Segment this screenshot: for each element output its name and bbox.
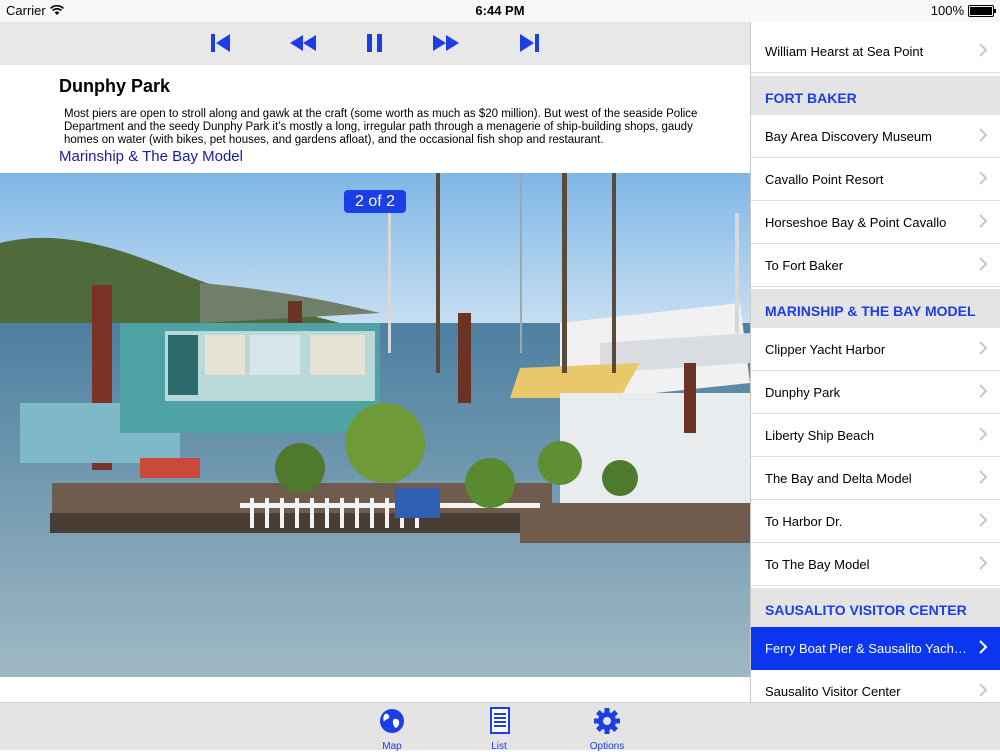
tab-label: Options	[589, 741, 625, 752]
chevron-right-icon	[979, 556, 988, 570]
section-title: SAUSALITO VISITOR CENTER	[765, 602, 967, 618]
detail-pane: Dunphy Park Most piers are open to strol…	[0, 22, 750, 702]
section-title: FORT BAKER	[765, 90, 857, 106]
list-item-label: Sausalito Visitor Center	[765, 684, 901, 699]
list-item[interactable]: Bay Area Discovery Museum	[751, 115, 1000, 158]
list-item[interactable]: Sausalito Visitor Center	[751, 670, 1000, 702]
tab-label: Map	[382, 741, 402, 752]
chevron-right-icon	[979, 341, 988, 355]
list-item-label: The Bay and Delta Model	[765, 471, 912, 486]
tab-list[interactable]: List	[469, 707, 529, 752]
list-item-label: Ferry Boat Pier & Sausalito Yach…	[765, 641, 967, 656]
list-item-label: Cavallo Point Resort	[765, 172, 884, 187]
skip-back-button[interactable]	[208, 31, 234, 55]
chevron-right-icon	[979, 214, 988, 228]
gear-icon	[594, 708, 620, 734]
list-item[interactable]: The Bay and Delta Model	[751, 457, 1000, 500]
media-toolbar	[0, 22, 750, 65]
tab-map[interactable]: Map	[362, 707, 422, 752]
list-item[interactable]: Horseshoe Bay & Point Cavallo	[751, 201, 1000, 244]
list-item[interactable]: To Fort Baker	[751, 244, 1000, 287]
list-item[interactable]: To The Bay Model	[751, 543, 1000, 586]
battery-status: 100%	[930, 3, 996, 18]
photo-pager: 2 of 2	[344, 190, 406, 213]
chevron-right-icon	[979, 683, 988, 697]
location-list: William Hearst at Sea Point FORT BAKER B…	[750, 22, 1000, 702]
list-item-label: Bay Area Discovery Museum	[765, 129, 932, 144]
section-title: MARINSHIP & THE BAY MODEL	[765, 303, 976, 319]
tab-bar: Map List Options	[0, 702, 1000, 752]
list-item-label: To Fort Baker	[765, 258, 844, 273]
list-item-label: To The Bay Model	[765, 557, 870, 572]
document-icon	[490, 707, 510, 734]
tab-label: List	[491, 741, 507, 752]
chevron-right-icon	[979, 43, 988, 57]
skip-back-icon	[211, 34, 230, 52]
chevron-right-icon	[979, 384, 988, 398]
list-item[interactable]: William Hearst at Sea Point	[751, 30, 1000, 73]
pause-button[interactable]	[362, 31, 388, 55]
list-item-label: William Hearst at Sea Point	[765, 44, 924, 59]
chevron-right-icon	[979, 513, 988, 527]
battery-percent: 100%	[930, 3, 964, 18]
list-item-label: Liberty Ship Beach	[765, 428, 875, 443]
list-item-label: Horseshoe Bay & Point Cavallo	[765, 215, 947, 230]
list-item-label: Dunphy Park	[765, 385, 841, 400]
status-bar: Carrier 6:44 PM 100%	[0, 0, 1000, 22]
clock: 6:44 PM	[475, 3, 525, 18]
fast-forward-button[interactable]	[431, 31, 461, 55]
list-item[interactable]: Cavallo Point Resort	[751, 158, 1000, 201]
page-title: Dunphy Park	[59, 76, 171, 96]
rewind-icon	[290, 35, 316, 51]
chevron-right-icon	[979, 128, 988, 142]
harbor-photo-illustration	[0, 173, 750, 677]
section-link[interactable]: Marinship & The Bay Model	[59, 148, 243, 165]
tab-options[interactable]: Options	[577, 707, 637, 752]
section-header: MARINSHIP & THE BAY MODEL	[751, 289, 1000, 332]
list-item-label: To Harbor Dr.	[765, 514, 843, 529]
harbor-photo[interactable]	[0, 173, 750, 677]
rewind-button[interactable]	[288, 31, 318, 55]
chevron-right-icon	[979, 427, 988, 441]
chevron-right-icon	[979, 470, 988, 484]
skip-forward-icon	[520, 34, 539, 52]
pause-icon	[367, 34, 382, 52]
chevron-right-icon	[979, 640, 988, 654]
list-item[interactable]: Clipper Yacht Harbor	[751, 328, 1000, 371]
list-item-selected[interactable]: Ferry Boat Pier & Sausalito Yach…	[751, 627, 1000, 670]
fast-forward-icon	[433, 35, 459, 51]
globe-icon	[380, 709, 404, 733]
list-item-label: Clipper Yacht Harbor	[765, 342, 886, 357]
description: Most piers are open to stroll along and …	[64, 108, 698, 146]
list-item[interactable]: To Harbor Dr.	[751, 500, 1000, 543]
chevron-right-icon	[979, 171, 988, 185]
section-header: FORT BAKER	[751, 76, 1000, 119]
section-header: SAUSALITO VISITOR CENTER	[751, 588, 1000, 631]
battery-icon	[968, 4, 996, 17]
list-item[interactable]: Liberty Ship Beach	[751, 414, 1000, 457]
chevron-right-icon	[979, 257, 988, 271]
skip-forward-button[interactable]	[516, 31, 542, 55]
list-item[interactable]: Dunphy Park	[751, 371, 1000, 414]
